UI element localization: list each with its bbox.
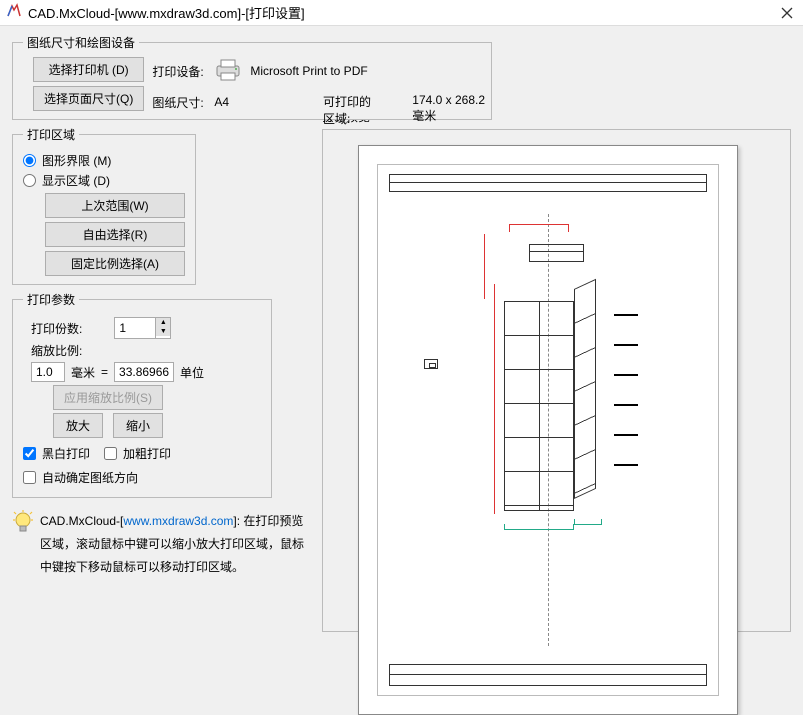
select-page-size-button[interactable]: 选择页面尺寸(Q) <box>33 86 144 111</box>
scale-unit-unit: 单位 <box>180 364 204 381</box>
radio-graphic-limits-label: 图形界限 (M) <box>42 152 111 169</box>
printable-area-value: 174.0 x 268.2 毫米 <box>412 93 491 127</box>
printer-icon <box>214 58 242 85</box>
checkbox-bw-print[interactable] <box>23 447 36 460</box>
radio-graphic-limits[interactable] <box>23 154 36 167</box>
print-params-legend: 打印参数 <box>23 291 79 308</box>
copies-label: 打印份数: <box>31 320 82 337</box>
close-button[interactable] <box>777 3 797 23</box>
checkbox-bw-print-label: 黑白打印 <box>42 445 90 462</box>
device-label: 打印设备: <box>152 63 214 80</box>
checkbox-bold-print-label: 加粗打印 <box>123 445 171 462</box>
free-select-button[interactable]: 自由选择(R) <box>45 222 185 247</box>
hint-suffix: ]: <box>233 514 240 528</box>
device-value: Microsoft Print to PDF <box>250 64 367 78</box>
preview-page <box>358 145 738 715</box>
scale-label: 缩放比例: <box>31 342 82 359</box>
lightbulb-icon <box>12 510 34 546</box>
scale-equals: = <box>101 365 108 379</box>
print-preview-area[interactable] <box>322 129 791 632</box>
zoom-out-button[interactable]: 缩小 <box>113 413 163 438</box>
spinner-down-icon[interactable]: ▼ <box>156 327 170 336</box>
paper-device-group: 图纸尺寸和绘图设备 选择打印机 (D) 选择页面尺寸(Q) 打印设备: <box>12 34 492 120</box>
scale-right-input[interactable] <box>114 362 174 382</box>
titlebar: CAD.MxCloud-[www.mxdraw3d.com]-[打印设置] <box>0 0 803 26</box>
hint-section: CAD.MxCloud-[www.mxdraw3d.com]: 在打印预览区域，… <box>12 510 312 578</box>
checkbox-auto-orient[interactable] <box>23 471 36 484</box>
select-printer-button[interactable]: 选择打印机 (D) <box>33 57 144 82</box>
paper-device-legend: 图纸尺寸和绘图设备 <box>23 34 139 51</box>
scale-left-input[interactable] <box>31 362 65 382</box>
last-range-button[interactable]: 上次范围(W) <box>45 193 185 218</box>
print-area-legend: 打印区域 <box>23 126 79 143</box>
spinner-up-icon[interactable]: ▲ <box>156 318 170 327</box>
app-logo-icon <box>6 3 22 22</box>
print-area-group: 打印区域 图形界限 (M) 显示区域 (D) 上次范围(W) 自由选择(R) 固… <box>12 126 196 285</box>
copies-input[interactable] <box>115 318 155 338</box>
close-icon <box>781 7 793 19</box>
checkbox-auto-orient-label: 自动确定图纸方向 <box>42 469 138 486</box>
scale-unit-mm: 毫米 <box>71 364 95 381</box>
radio-display-area-label: 显示区域 (D) <box>42 172 110 189</box>
fixed-scale-select-button[interactable]: 固定比例选择(A) <box>45 251 185 276</box>
checkbox-bold-print[interactable] <box>104 447 117 460</box>
preview-drawing <box>389 174 707 686</box>
apply-scale-button[interactable]: 应用缩放比例(S) <box>53 385 163 410</box>
printable-area-label: 可打印的区域: <box>323 93 382 127</box>
copies-spinner[interactable]: ▲ ▼ <box>114 317 171 339</box>
paper-size-label: 图纸尺寸: <box>152 94 214 111</box>
radio-display-area[interactable] <box>23 174 36 187</box>
paper-size-value: A4 <box>214 95 264 109</box>
print-params-group: 打印参数 打印份数: ▲ ▼ 缩放比例: 毫米 = <box>12 291 272 498</box>
hint-link[interactable]: www.mxdraw3d.com <box>123 514 233 528</box>
window-title: CAD.MxCloud-[www.mxdraw3d.com]-[打印设置] <box>28 3 777 22</box>
hint-prefix: CAD.MxCloud-[ <box>40 514 123 528</box>
zoom-in-button[interactable]: 放大 <box>53 413 103 438</box>
